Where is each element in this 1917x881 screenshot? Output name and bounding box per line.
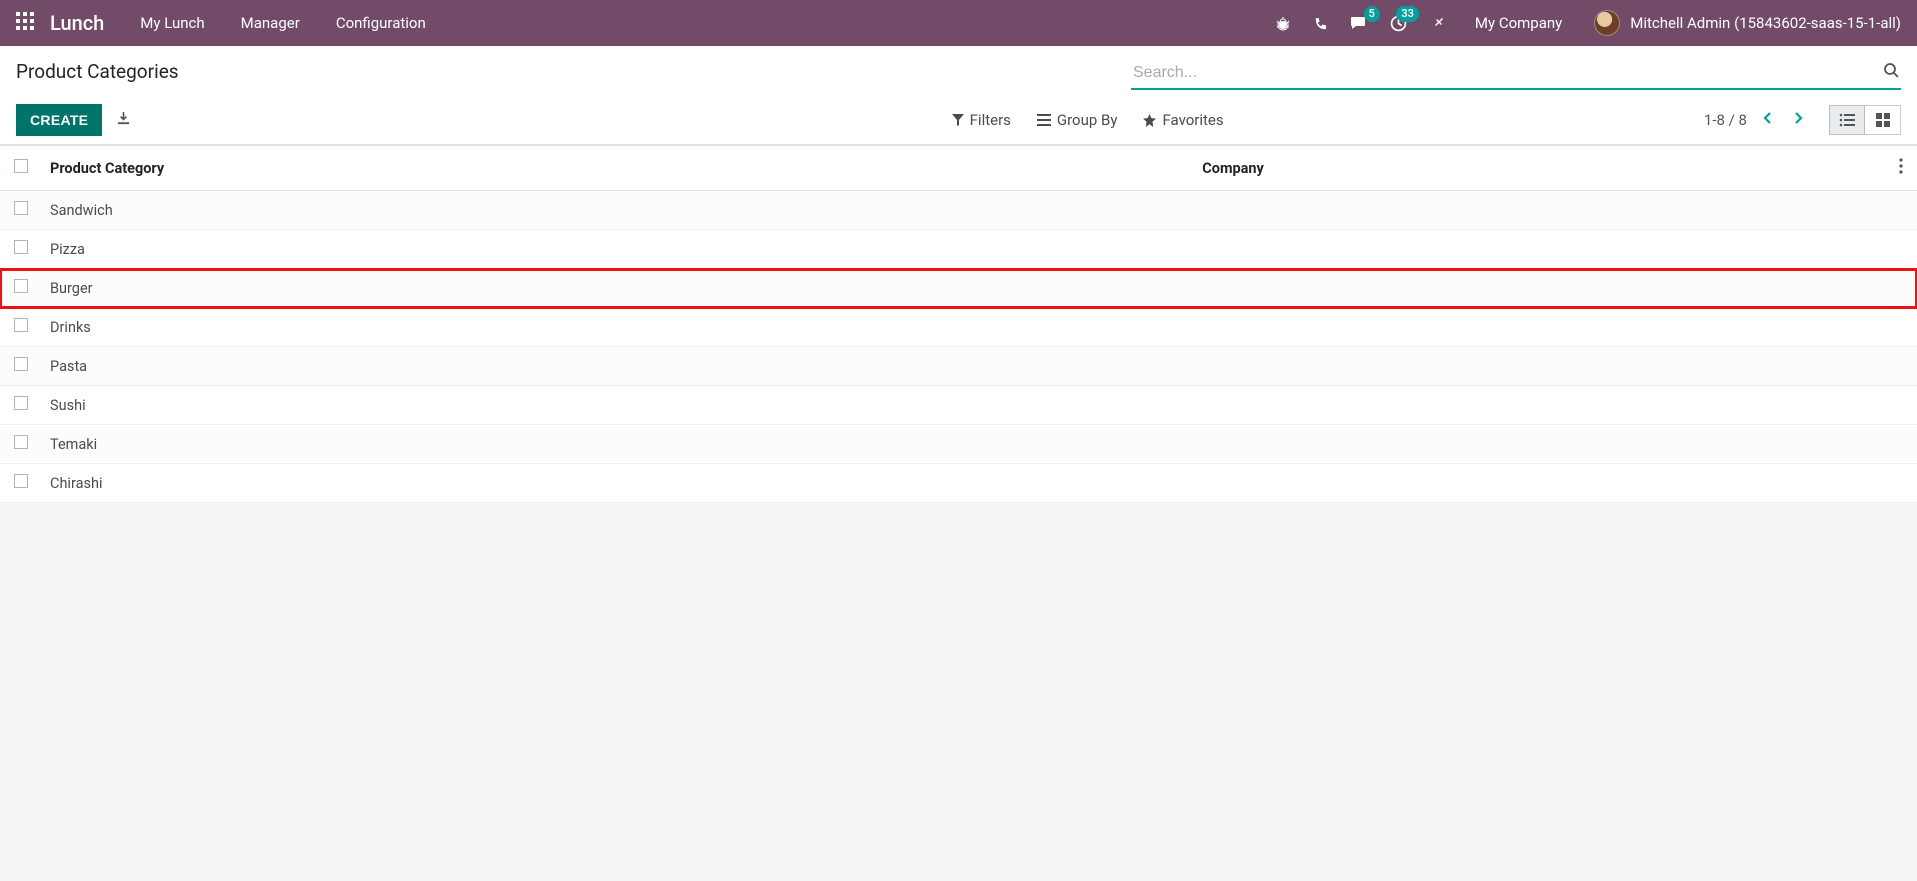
- list-view: Product Category Company SandwichPizzaBu…: [0, 145, 1917, 503]
- cell-category: Drinks: [42, 308, 1194, 347]
- cell-category: Sushi: [42, 386, 1194, 425]
- cell-company: [1194, 191, 1881, 230]
- create-button[interactable]: Create: [16, 104, 102, 136]
- row-checkbox[interactable]: [14, 396, 28, 410]
- nav-link-configuration[interactable]: Configuration: [336, 14, 426, 32]
- row-checkbox[interactable]: [14, 474, 28, 488]
- view-kanban-button[interactable]: [1865, 105, 1901, 135]
- optional-columns-icon[interactable]: [1899, 161, 1903, 178]
- cell-company: [1194, 269, 1881, 308]
- row-checkbox[interactable]: [14, 318, 28, 332]
- groupby-button[interactable]: Group By: [1037, 111, 1118, 129]
- top-nav: Lunch My Lunch Manager Configuration 5 3…: [0, 0, 1917, 46]
- favorites-button[interactable]: Favorites: [1143, 111, 1223, 129]
- row-checkbox[interactable]: [14, 357, 28, 371]
- cell-category: Chirashi: [42, 464, 1194, 503]
- cell-category: Burger: [42, 269, 1194, 308]
- page-title: Product Categories: [16, 60, 179, 83]
- table-row[interactable]: Burger: [0, 269, 1917, 308]
- app-name[interactable]: Lunch: [50, 11, 104, 35]
- activities-badge: 33: [1396, 6, 1419, 22]
- cell-company: [1194, 347, 1881, 386]
- systray: 5 33 My Company Mitchell Admin (15843602…: [1275, 10, 1901, 36]
- search-input[interactable]: [1131, 60, 1901, 90]
- apps-icon[interactable]: [16, 12, 34, 34]
- bug-icon[interactable]: [1275, 14, 1291, 32]
- messages-badge: 5: [1364, 6, 1380, 22]
- table-row[interactable]: Sandwich: [0, 191, 1917, 230]
- search-wrap: [1131, 60, 1901, 90]
- search-icon[interactable]: [1883, 62, 1899, 82]
- cell-company: [1194, 386, 1881, 425]
- table-row[interactable]: Temaki: [0, 425, 1917, 464]
- table-row[interactable]: Sushi: [0, 386, 1917, 425]
- download-icon[interactable]: [116, 111, 131, 130]
- avatar: [1594, 10, 1620, 36]
- debug-icon[interactable]: [1429, 14, 1445, 32]
- activities-icon[interactable]: 33: [1390, 14, 1407, 33]
- nav-link-my-lunch[interactable]: My Lunch: [140, 14, 204, 32]
- messages-icon[interactable]: 5: [1350, 14, 1368, 32]
- table-row[interactable]: Drinks: [0, 308, 1917, 347]
- cell-company: [1194, 230, 1881, 269]
- phone-icon[interactable]: [1313, 14, 1328, 32]
- row-checkbox[interactable]: [14, 240, 28, 254]
- groupby-label: Group By: [1057, 111, 1118, 129]
- favorites-label: Favorites: [1162, 111, 1223, 129]
- table-row[interactable]: Pizza: [0, 230, 1917, 269]
- row-checkbox[interactable]: [14, 201, 28, 215]
- filters-label: Filters: [970, 111, 1011, 129]
- nav-links: My Lunch Manager Configuration: [140, 14, 425, 32]
- view-list-button[interactable]: [1829, 105, 1865, 135]
- row-checkbox[interactable]: [14, 279, 28, 293]
- table-row[interactable]: Chirashi: [0, 464, 1917, 503]
- pager-prev[interactable]: [1757, 108, 1779, 132]
- cell-category: Pizza: [42, 230, 1194, 269]
- cell-company: [1194, 464, 1881, 503]
- cell-category: Sandwich: [42, 191, 1194, 230]
- pager-text: 1-8 / 8: [1704, 111, 1747, 129]
- control-panel: Product Categories Create Filters Group …: [0, 46, 1917, 145]
- nav-link-manager[interactable]: Manager: [241, 14, 300, 32]
- user-menu[interactable]: Mitchell Admin (15843602-saas-15-1-all): [1594, 10, 1901, 36]
- cell-company: [1194, 425, 1881, 464]
- col-header-category[interactable]: Product Category: [42, 146, 1194, 191]
- cell-category: Pasta: [42, 347, 1194, 386]
- user-name: Mitchell Admin (15843602-saas-15-1-all): [1630, 14, 1901, 32]
- row-checkbox[interactable]: [14, 435, 28, 449]
- view-switch: [1829, 105, 1901, 135]
- filters-button[interactable]: Filters: [952, 111, 1011, 129]
- select-all-checkbox[interactable]: [14, 159, 28, 173]
- pager: 1-8 / 8: [1704, 108, 1809, 132]
- company-switcher[interactable]: My Company: [1475, 14, 1562, 32]
- data-table: Product Category Company SandwichPizzaBu…: [0, 145, 1917, 503]
- cell-category: Temaki: [42, 425, 1194, 464]
- pager-next[interactable]: [1787, 108, 1809, 132]
- col-header-company[interactable]: Company: [1194, 146, 1881, 191]
- search-options: Filters Group By Favorites: [612, 111, 1224, 129]
- cell-company: [1194, 308, 1881, 347]
- table-row[interactable]: Pasta: [0, 347, 1917, 386]
